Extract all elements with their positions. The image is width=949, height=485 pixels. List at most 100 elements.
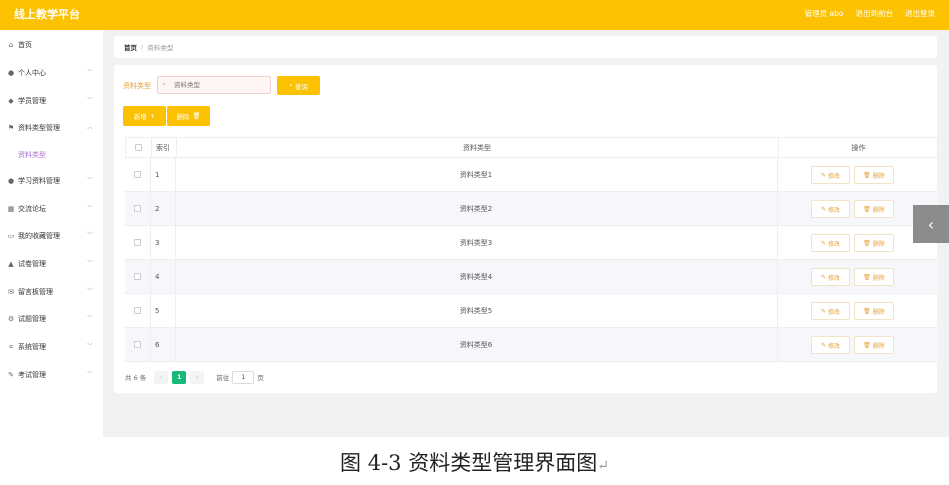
edit-button-label: 修改: [828, 206, 841, 214]
row-delete-button[interactable]: 🗑 删除: [854, 268, 894, 286]
sidebar-item-material-types[interactable]: ⚑ 资料类型管理 ︿: [0, 121, 103, 135]
header-type: 资料类型: [463, 143, 491, 152]
sidebar-item-favorites[interactable]: ▭ 我的收藏管理 ﹀: [0, 229, 103, 243]
exam-icon: ✎: [8, 371, 14, 379]
delete-button-label: 删除: [176, 113, 190, 121]
row-index: 3: [155, 238, 160, 247]
row-select-cell: [134, 226, 141, 259]
row-delete-button[interactable]: 🗑 删除: [854, 302, 894, 320]
trash-icon: 🗑: [863, 341, 871, 349]
edit-button-label: 修改: [828, 342, 841, 350]
chevron-up-icon: ︿: [86, 124, 93, 131]
user-icon: ●: [7, 177, 15, 185]
gear-icon: ⚙: [7, 315, 15, 323]
edit-button[interactable]: ✎ 修改: [811, 166, 850, 184]
edit-button-label: 修改: [828, 274, 841, 282]
next-page-button[interactable]: ›: [190, 370, 205, 384]
row-delete-button[interactable]: 🗑 删除: [854, 200, 894, 218]
row-checkbox[interactable]: [134, 341, 141, 348]
table-row: 6 资料类型6 ✎ 修改 🗑 删除: [125, 328, 938, 362]
row-checkbox[interactable]: [134, 239, 141, 246]
edit-button-label: 修改: [828, 240, 841, 248]
user-icon: ●: [7, 69, 15, 77]
exit-to-front-link[interactable]: 退出到前台: [856, 8, 894, 19]
trash-icon: 🗑: [863, 205, 871, 213]
sidebar-item-forum[interactable]: ▦ 交流论坛 ﹀: [0, 202, 103, 216]
row-index: 5: [155, 306, 160, 315]
row-delete-button[interactable]: 🗑 删除: [854, 166, 894, 184]
sidebar-item-questions[interactable]: ⚙ 试题管理 ﹀: [0, 312, 103, 326]
edit-button[interactable]: ✎ 修改: [811, 234, 850, 252]
select-all-checkbox[interactable]: [135, 144, 142, 151]
page-suffix: 页: [257, 374, 264, 382]
table-row: 2 资料类型2 ✎ 修改 🗑 删除: [125, 192, 938, 226]
caption-text: 图 4-3 资料类型管理界面图: [340, 451, 598, 475]
row-index: 1: [155, 170, 160, 179]
mail-icon: ✉: [8, 288, 14, 296]
sidebar-item-home[interactable]: ⌂ 首页: [0, 38, 103, 52]
row-type: 资料类型2: [459, 204, 493, 213]
row-index: 6: [155, 340, 160, 349]
logout-link[interactable]: 退出登录: [905, 8, 935, 19]
edit-icon: ✎: [820, 205, 826, 213]
delete-button-label: 删除: [872, 206, 885, 214]
goto-label: 前往: [216, 374, 230, 382]
app-title: 线上教学平台: [14, 8, 80, 21]
admin-user-link[interactable]: 管理员 abo: [805, 8, 844, 19]
row-checkbox[interactable]: [134, 273, 141, 280]
edit-button[interactable]: ✎ 修改: [811, 268, 850, 286]
delete-button[interactable]: 删除 🗑: [167, 106, 210, 126]
breadcrumb-home[interactable]: 首页: [124, 42, 137, 52]
chevron-down-icon: ﹀: [86, 69, 93, 76]
chevron-down-icon: ﹀: [86, 177, 93, 184]
row-checkbox[interactable]: [134, 171, 141, 178]
crop-icon: ⌗: [9, 342, 13, 351]
table-row: 3 资料类型3 ✎ 修改 🗑 删除: [125, 226, 938, 260]
search-button-label: 查询: [294, 82, 308, 91]
sidebar-item-messages[interactable]: ✉ 留言板管理 ﹀: [0, 285, 103, 299]
flag-icon: ⚑: [7, 124, 15, 132]
edit-button[interactable]: ✎ 修改: [811, 336, 850, 354]
sidebar-item-exams[interactable]: ✎ 考试管理 ﹀: [0, 368, 103, 382]
edit-icon: ✎: [820, 239, 826, 247]
edit-icon: ✎: [820, 307, 826, 315]
edit-button[interactable]: ✎ 修改: [811, 200, 850, 218]
row-checkbox[interactable]: [134, 307, 141, 314]
sidebar-subitem-material-type[interactable]: 资料类型: [18, 150, 46, 160]
row-delete-button[interactable]: 🗑 删除: [854, 234, 894, 252]
edit-icon: ✎: [820, 171, 826, 179]
search-input[interactable]: [157, 76, 271, 94]
goto-page-input[interactable]: [232, 370, 255, 384]
sidebar-item-label: 我的收藏管理: [18, 232, 60, 240]
current-page[interactable]: 1: [172, 370, 187, 384]
row-type: 资料类型3: [459, 238, 493, 247]
edit-icon: ✎: [820, 341, 826, 349]
sidebar-item-system[interactable]: ⌗ 系统管理 ﹀: [0, 340, 103, 354]
chevron-down-icon: ﹀: [86, 371, 93, 378]
row-select-cell: [134, 294, 141, 327]
sidebar-item-label: 试题管理: [18, 315, 46, 323]
breadcrumb-separator: /: [141, 43, 144, 51]
search-button[interactable]: ⌕ 查询: [277, 76, 320, 95]
main-content: 首页 / 资料类型 资料类型 ⌕ ⌕查询 新增+ 删除🗑 索引: [103, 30, 949, 437]
prev-page-button[interactable]: ‹: [154, 370, 169, 384]
row-select-cell: [134, 192, 141, 225]
sidebar-item-profile[interactable]: ● 个人中心 ﹀: [0, 66, 103, 80]
sidebar-item-students[interactable]: ◆ 学员管理 ﹀: [0, 94, 103, 108]
delete-button-label: 删除: [872, 172, 885, 180]
sidebar-item-label: 个人中心: [18, 69, 46, 77]
row-delete-button[interactable]: 🗑 删除: [854, 336, 894, 354]
row-checkbox[interactable]: [134, 205, 141, 212]
sidebar-item-study-materials[interactable]: ● 学习资料管理 ﹀: [0, 174, 103, 188]
add-button[interactable]: 新增 +: [123, 106, 166, 126]
sidebar-item-label: 系统管理: [18, 343, 46, 351]
collapse-panel-button[interactable]: ‹: [913, 205, 949, 243]
trash-icon: 🗑: [863, 171, 871, 179]
chevron-down-icon: ﹀: [86, 97, 93, 104]
app-screen: 线上教学平台 管理员 abo 退出到前台 退出登录 ⌂ 首页 ● 个人中心 ﹀ ◆ 学员…: [0, 0, 949, 437]
table-row: 4 资料类型4 ✎ 修改 🗑 删除: [125, 260, 938, 294]
sidebar-item-papers[interactable]: ▲ 试卷管理 ﹀: [0, 257, 103, 271]
row-type: 资料类型6: [459, 340, 493, 349]
edit-button[interactable]: ✎ 修改: [811, 302, 850, 320]
sidebar: ⌂ 首页 ● 个人中心 ﹀ ◆ 学员管理 ﹀ ⚑ 资料类型管理 ︿ 资料类型 ● 学习资料管理 ﹀…: [0, 30, 103, 437]
